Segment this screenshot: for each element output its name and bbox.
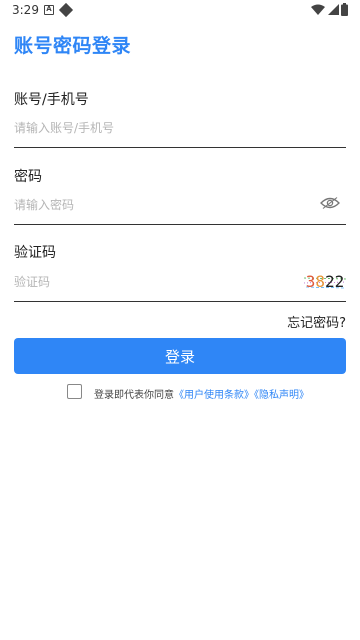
status-bar: 3:29 A (0, 0, 360, 22)
captcha-char-1: 3 (305, 272, 316, 291)
user-terms-link[interactable]: 《用户使用条款》 (174, 390, 254, 401)
captcha-text: 3822 (304, 270, 346, 294)
password-divider (14, 224, 346, 225)
agreement-prefix: 登录即代表你同意 (94, 390, 174, 401)
wifi-icon (311, 4, 325, 15)
captcha-char-3: 22 (325, 272, 345, 291)
agreement-text: 登录即代表你同意《用户使用条款》《隐私声明》 (94, 386, 309, 401)
captcha-image[interactable]: 3822 (304, 270, 346, 294)
captcha-input[interactable] (14, 267, 294, 297)
agreement-checkbox[interactable] (67, 384, 82, 399)
captcha-char-2: 8 (315, 272, 325, 291)
captcha-label: 验证码 (14, 245, 56, 261)
signal-icon (328, 4, 339, 15)
page-title: 账号密码登录 (14, 35, 132, 57)
login-button[interactable]: 登录 (14, 338, 346, 374)
captcha-divider (14, 301, 346, 302)
battery-icon (341, 3, 348, 16)
diamond-icon (58, 2, 74, 18)
account-input[interactable] (14, 113, 346, 143)
notification-a-icon: A (44, 5, 54, 15)
privacy-link[interactable]: 《隐私声明》 (254, 390, 309, 401)
forgot-password-link[interactable]: 忘记密码? (287, 312, 346, 331)
eye-icon[interactable] (320, 196, 340, 210)
account-label: 账号/手机号 (14, 92, 89, 108)
password-label: 密码 (14, 169, 42, 185)
account-divider (14, 147, 346, 148)
status-time: 3:29 (12, 3, 39, 17)
password-input[interactable] (14, 190, 310, 220)
